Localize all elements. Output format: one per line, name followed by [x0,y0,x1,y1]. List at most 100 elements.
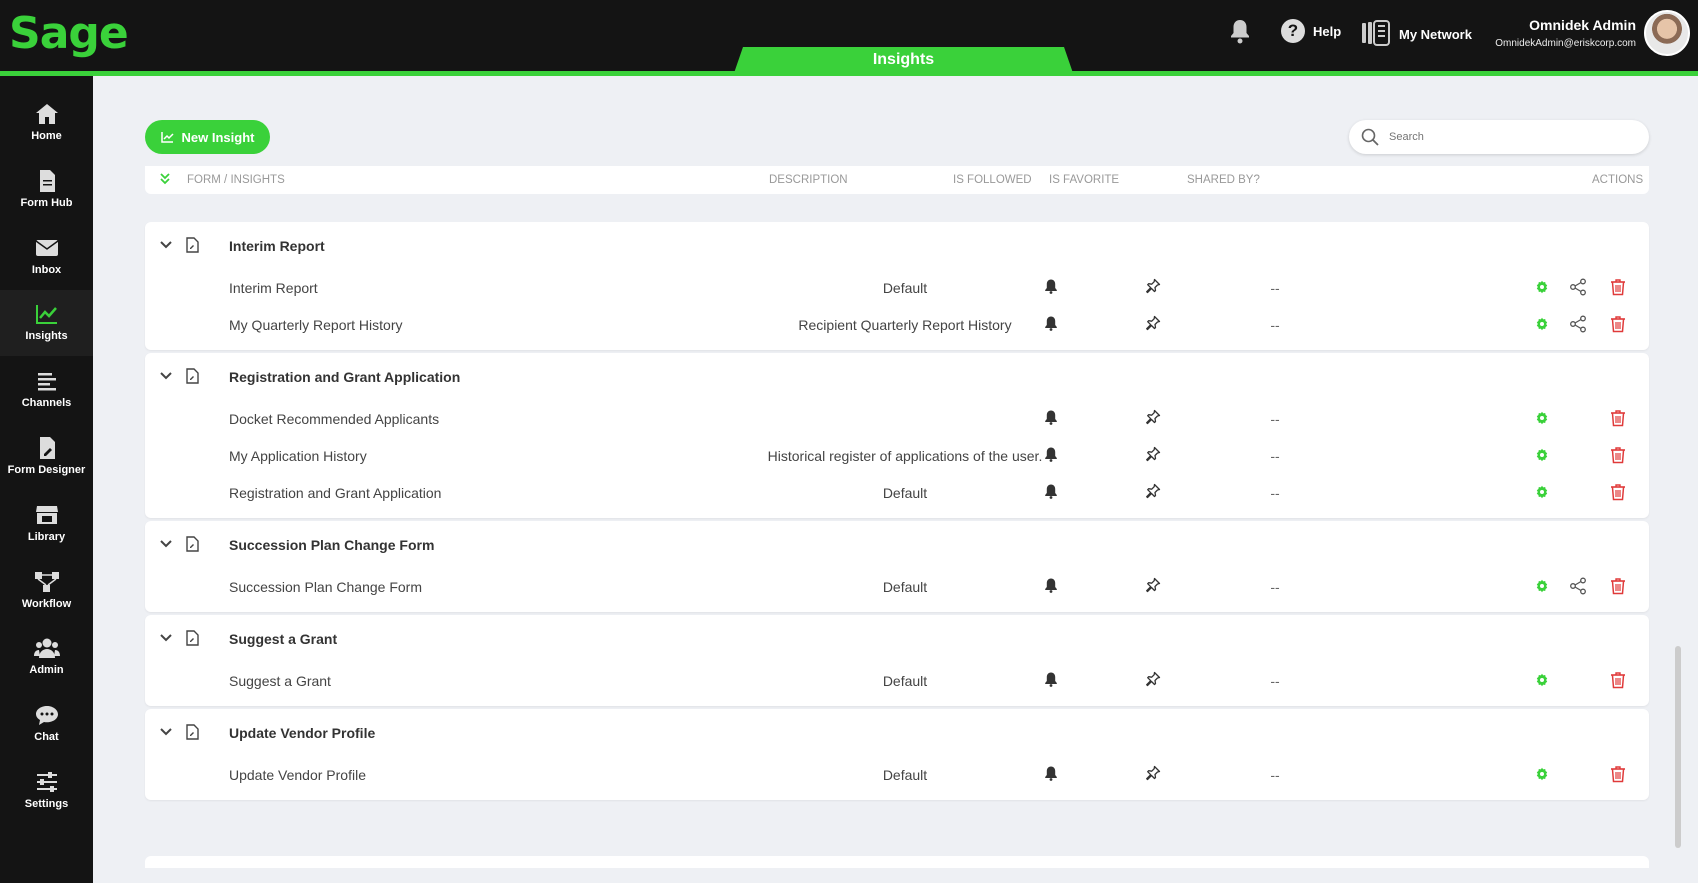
trash-icon[interactable] [1610,446,1626,467]
group-header[interactable]: Interim Report [145,222,1649,270]
table-row[interactable]: Succession Plan Change Form Default -- [145,567,1649,607]
table-row[interactable]: Suggest a Grant Default -- [145,661,1649,701]
chevron-down-icon[interactable] [159,537,173,556]
trash-icon[interactable] [1610,278,1626,299]
col-description[interactable]: DESCRIPTION [769,174,848,186]
col-is-followed[interactable]: IS FOLLOWED [953,174,1032,186]
collapse-all-icon[interactable] [159,172,171,189]
sidebar-item-admin[interactable]: Admin [0,624,93,690]
chevron-down-icon[interactable] [159,725,173,744]
trash-icon[interactable] [1610,577,1626,598]
gear-icon[interactable] [1535,317,1549,334]
pin-icon[interactable] [1145,483,1161,502]
avatar[interactable] [1644,10,1690,56]
gear-icon[interactable] [1535,579,1549,596]
sidebar-item-insights[interactable]: Insights [0,290,93,356]
group-header[interactable]: Registration and Grant Application [145,353,1649,401]
gear-icon[interactable] [1535,485,1549,502]
chevron-down-icon[interactable] [159,369,173,388]
insight-description: Default [882,579,928,595]
gear-icon[interactable] [1535,673,1549,690]
trash-icon[interactable] [1610,409,1626,430]
sidebar-item-form-hub[interactable]: Form Hub [0,157,93,223]
new-insight-label: New Insight [181,129,255,145]
table-row[interactable]: Update Vendor Profile Default -- [145,755,1649,795]
gear-icon[interactable] [1535,411,1549,428]
bell-icon[interactable] [1043,315,1059,334]
form-document-icon [185,536,199,557]
gear-icon[interactable] [1535,280,1549,297]
document-edit-icon [39,437,55,459]
bell-icon[interactable] [1043,278,1059,297]
insight-name[interactable]: Suggest a Grant [229,673,331,689]
pin-icon[interactable] [1145,577,1161,596]
col-shared-by[interactable]: SHARED BY? [1187,174,1260,186]
sidebar: Home Form Hub Inbox Insights Channels Fo… [0,76,93,883]
help-button[interactable]: ? Help [1281,19,1341,43]
table-row[interactable]: My Application History Historical registe… [145,436,1649,476]
trash-icon[interactable] [1610,765,1626,786]
chevron-down-icon[interactable] [159,631,173,650]
search-input[interactable] [1389,131,1629,143]
insight-name[interactable]: My Quarterly Report History [229,317,402,333]
chevron-down-icon[interactable] [159,238,173,257]
sidebar-item-workflow[interactable]: Workflow [0,558,93,624]
shared-by: -- [1270,317,1280,333]
gear-icon[interactable] [1535,767,1549,784]
group-header[interactable]: Succession Plan Change Form [145,521,1649,569]
pin-icon[interactable] [1145,315,1161,334]
pin-icon[interactable] [1145,765,1161,784]
user-info[interactable]: Omnidek Admin OmnidekAdmin@eriskcorp.com [1495,17,1636,49]
sidebar-item-channels[interactable]: Channels [0,357,93,423]
insight-name[interactable]: Registration and Grant Application [229,485,441,501]
table-row[interactable]: Registration and Grant Application Defaul… [145,473,1649,513]
bell-icon[interactable] [1043,409,1059,428]
lines-icon [37,373,56,391]
gear-icon[interactable] [1535,448,1549,465]
sidebar-item-settings[interactable]: Settings [0,758,93,824]
sage-logo[interactable]: Sage [9,8,129,59]
sidebar-item-library[interactable]: Library [0,491,93,557]
share-icon[interactable] [1569,577,1587,598]
table-row[interactable]: Docket Recommended Applicants -- [145,399,1649,439]
trash-icon[interactable] [1610,671,1626,692]
help-label: Help [1313,23,1342,39]
pin-icon[interactable] [1145,409,1161,428]
table-row[interactable]: Interim Report Default -- [145,268,1649,308]
col-form-insights[interactable]: FORM / INSIGHTS [187,174,285,186]
group-header[interactable]: Update Vendor Profile [145,709,1649,757]
sidebar-item-home[interactable]: Home [0,90,93,156]
pin-icon[interactable] [1145,278,1161,297]
next-group-peek [145,856,1649,868]
chart-icon [160,132,174,143]
share-icon[interactable] [1569,278,1587,299]
bell-icon[interactable] [1043,446,1059,465]
new-insight-button[interactable]: New Insight [145,120,270,154]
share-icon[interactable] [1569,315,1587,336]
trash-icon[interactable] [1610,483,1626,504]
insight-name[interactable]: Succession Plan Change Form [229,579,422,595]
insight-name[interactable]: My Application History [229,448,367,464]
trash-icon[interactable] [1610,315,1626,336]
bell-icon[interactable] [1043,483,1059,502]
search-box[interactable] [1349,120,1649,154]
sidebar-item-form-designer[interactable]: Form Designer [0,424,93,490]
sidebar-item-inbox[interactable]: Inbox [0,224,93,290]
bell-icon[interactable] [1043,577,1059,596]
my-network-button[interactable]: My Network [1361,20,1472,49]
pin-icon[interactable] [1145,446,1161,465]
insight-name[interactable]: Update Vendor Profile [229,767,366,783]
insight-name[interactable]: Interim Report [229,280,318,296]
insight-name[interactable]: Docket Recommended Applicants [229,411,439,427]
table-row[interactable]: My Quarterly Report History Recipient Qua… [145,305,1649,345]
bell-icon[interactable] [1043,765,1059,784]
notifications-bell-icon[interactable] [1228,18,1252,49]
group-header[interactable]: Suggest a Grant [145,615,1649,663]
sidebar-item-label: Admin [29,664,64,676]
bell-icon[interactable] [1043,671,1059,690]
user-email: OmnidekAdmin@eriskcorp.com [1495,38,1636,49]
pin-icon[interactable] [1145,671,1161,690]
sidebar-item-chat[interactable]: Chat [0,691,93,757]
col-is-favorite[interactable]: IS FAVORITE [1049,174,1119,186]
scrollbar[interactable] [1675,646,1681,848]
